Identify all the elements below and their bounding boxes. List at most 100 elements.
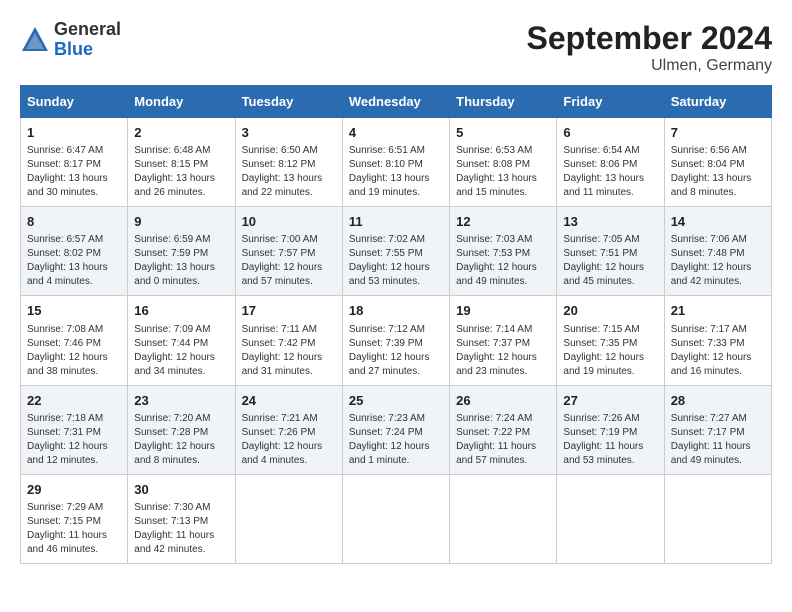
day-number: 7 [671,124,765,142]
calendar-row: 1Sunrise: 6:47 AM Sunset: 8:17 PM Daylig… [21,118,772,207]
calendar-cell [664,474,771,563]
day-info: Sunrise: 6:48 AM Sunset: 8:15 PM Dayligh… [134,144,228,200]
calendar-cell [557,474,664,563]
day-info: Sunrise: 7:26 AM Sunset: 7:19 PM Dayligh… [563,412,657,468]
calendar-cell: 12 Sunrise: 7:03 AM Sunset: 7:53 PM Dayli… [450,207,557,296]
calendar-cell: 16 Sunrise: 7:09 AM Sunset: 7:44 PM Dayli… [128,296,235,385]
logo: General Blue [20,20,121,60]
day-number: 14 [671,213,765,231]
calendar-cell: 3Sunrise: 6:50 AM Sunset: 8:12 PM Daylig… [235,118,342,207]
calendar-cell: 10 Sunrise: 7:00 AM Sunset: 7:57 PM Dayli… [235,207,342,296]
day-number: 6 [563,124,657,142]
calendar-row: 22 Sunrise: 7:18 AM Sunset: 7:31 PM Dayli… [21,385,772,474]
calendar-cell: 18 Sunrise: 7:12 AM Sunset: 7:39 PM Dayli… [342,296,449,385]
day-number: 26 [456,392,550,410]
calendar-cell: 23Sunrise: 7:20 AM Sunset: 7:28 PM Dayli… [128,385,235,474]
day-number: 13 [563,213,657,231]
header-cell-saturday: Saturday [664,86,771,118]
day-number: 2 [134,124,228,142]
calendar-cell: 24 Sunrise: 7:21 AM Sunset: 7:26 PM Dayli… [235,385,342,474]
day-number: 28 [671,392,765,410]
day-number: 16 [134,302,228,320]
calendar-cell: 11 Sunrise: 7:02 AM Sunset: 7:55 PM Dayli… [342,207,449,296]
day-info: Sunrise: 7:21 AM Sunset: 7:26 PM Dayligh… [242,412,336,468]
header-cell-tuesday: Tuesday [235,86,342,118]
day-number: 17 [242,302,336,320]
day-number: 15 [27,302,121,320]
calendar-cell: 4 Sunrise: 6:51 AM Sunset: 8:10 PM Daylig… [342,118,449,207]
day-info: Sunrise: 6:56 AM Sunset: 8:04 PM Dayligh… [671,144,765,200]
calendar-cell: 20Sunrise: 7:15 AM Sunset: 7:35 PM Dayli… [557,296,664,385]
day-info: Sunrise: 7:17 AM Sunset: 7:33 PM Dayligh… [671,323,765,379]
calendar-cell: 26 Sunrise: 7:24 AM Sunset: 7:22 PM Dayli… [450,385,557,474]
day-info: Sunrise: 6:50 AM Sunset: 8:12 PM Dayligh… [242,144,336,200]
calendar-cell: 19 Sunrise: 7:14 AM Sunset: 7:37 PM Dayli… [450,296,557,385]
day-info: Sunrise: 7:05 AM Sunset: 7:51 PM Dayligh… [563,233,657,289]
calendar-cell: 15Sunrise: 7:08 AM Sunset: 7:46 PM Dayli… [21,296,128,385]
calendar-cell: 6 Sunrise: 6:54 AM Sunset: 8:06 PM Daylig… [557,118,664,207]
day-number: 4 [349,124,443,142]
day-number: 22 [27,392,121,410]
day-number: 24 [242,392,336,410]
day-info: Sunrise: 7:00 AM Sunset: 7:57 PM Dayligh… [242,233,336,289]
page-title: September 2024 [527,20,772,57]
day-info: Sunrise: 6:59 AM Sunset: 7:59 PM Dayligh… [134,233,228,289]
day-info: Sunrise: 7:14 AM Sunset: 7:37 PM Dayligh… [456,323,550,379]
day-number: 19 [456,302,550,320]
day-info: Sunrise: 7:24 AM Sunset: 7:22 PM Dayligh… [456,412,550,468]
day-info: Sunrise: 7:30 AM Sunset: 7:13 PM Dayligh… [134,501,228,557]
day-info: Sunrise: 6:54 AM Sunset: 8:06 PM Dayligh… [563,144,657,200]
calendar-cell: 22 Sunrise: 7:18 AM Sunset: 7:31 PM Dayli… [21,385,128,474]
calendar-cell [235,474,342,563]
day-number: 11 [349,213,443,231]
day-info: Sunrise: 6:51 AM Sunset: 8:10 PM Dayligh… [349,144,443,200]
day-info: Sunrise: 7:09 AM Sunset: 7:44 PM Dayligh… [134,323,228,379]
day-number: 18 [349,302,443,320]
day-info: Sunrise: 7:11 AM Sunset: 7:42 PM Dayligh… [242,323,336,379]
header-cell-thursday: Thursday [450,86,557,118]
calendar-cell: 21 Sunrise: 7:17 AM Sunset: 7:33 PM Dayli… [664,296,771,385]
day-number: 21 [671,302,765,320]
calendar-cell: 7 Sunrise: 6:56 AM Sunset: 8:04 PM Daylig… [664,118,771,207]
calendar-cell [450,474,557,563]
day-info: Sunrise: 7:12 AM Sunset: 7:39 PM Dayligh… [349,323,443,379]
day-number: 5 [456,124,550,142]
day-number: 1 [27,124,121,142]
day-info: Sunrise: 7:15 AM Sunset: 7:35 PM Dayligh… [563,323,657,379]
calendar-cell: 29Sunrise: 7:29 AM Sunset: 7:15 PM Dayli… [21,474,128,563]
logo-icon [20,25,50,55]
logo-line2: Blue [54,40,121,60]
day-number: 10 [242,213,336,231]
header-cell-friday: Friday [557,86,664,118]
day-number: 8 [27,213,121,231]
calendar-cell: 5Sunrise: 6:53 AM Sunset: 8:08 PM Daylig… [450,118,557,207]
calendar-cell: 27 Sunrise: 7:26 AM Sunset: 7:19 PM Dayli… [557,385,664,474]
day-info: Sunrise: 7:02 AM Sunset: 7:55 PM Dayligh… [349,233,443,289]
header-cell-wednesday: Wednesday [342,86,449,118]
logo-line1: General [54,20,121,40]
calendar-cell: 17 Sunrise: 7:11 AM Sunset: 7:42 PM Dayli… [235,296,342,385]
day-number: 25 [349,392,443,410]
day-number: 27 [563,392,657,410]
day-number: 9 [134,213,228,231]
header-cell-sunday: Sunday [21,86,128,118]
day-info: Sunrise: 7:18 AM Sunset: 7:31 PM Dayligh… [27,412,121,468]
day-info: Sunrise: 7:03 AM Sunset: 7:53 PM Dayligh… [456,233,550,289]
calendar-cell: 30 Sunrise: 7:30 AM Sunset: 7:13 PM Dayli… [128,474,235,563]
page-subtitle: Ulmen, Germany [527,57,772,75]
day-info: Sunrise: 7:23 AM Sunset: 7:24 PM Dayligh… [349,412,443,468]
day-info: Sunrise: 6:57 AM Sunset: 8:02 PM Dayligh… [27,233,121,289]
day-number: 12 [456,213,550,231]
day-number: 30 [134,481,228,499]
calendar-cell: 9 Sunrise: 6:59 AM Sunset: 7:59 PM Daylig… [128,207,235,296]
calendar-row: 15Sunrise: 7:08 AM Sunset: 7:46 PM Dayli… [21,296,772,385]
header-row: SundayMondayTuesdayWednesdayThursdayFrid… [21,86,772,118]
calendar-cell: 13 Sunrise: 7:05 AM Sunset: 7:51 PM Dayli… [557,207,664,296]
day-number: 29 [27,481,121,499]
title-block: September 2024 Ulmen, Germany [527,20,772,75]
calendar-cell: 2 Sunrise: 6:48 AM Sunset: 8:15 PM Daylig… [128,118,235,207]
day-info: Sunrise: 7:27 AM Sunset: 7:17 PM Dayligh… [671,412,765,468]
calendar-cell: 25 Sunrise: 7:23 AM Sunset: 7:24 PM Dayli… [342,385,449,474]
calendar-cell: 1Sunrise: 6:47 AM Sunset: 8:17 PM Daylig… [21,118,128,207]
calendar-cell [342,474,449,563]
